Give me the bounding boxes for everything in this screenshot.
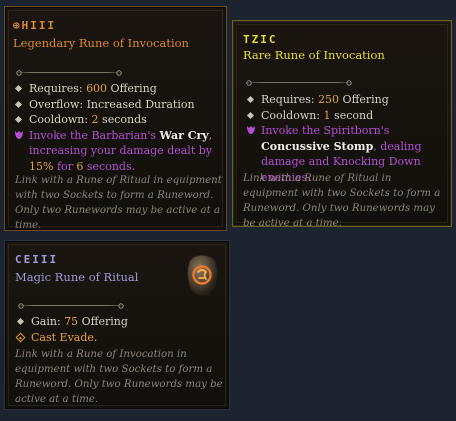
divider-ornament-icon: [118, 303, 124, 309]
divider: [245, 79, 353, 87]
ritual-diamond-icon: [15, 332, 26, 342]
stat-requires: Requires: 600 Offering: [14, 81, 220, 97]
stat-overflow: Overflow: Increased Duration: [14, 97, 220, 113]
stat-cooldown: Cooldown: 1 second: [246, 108, 447, 124]
rune-affix-icon: [247, 126, 255, 134]
tooltip-magic-rune: CEIII Magic Rune of Ritual Gain: 75 Offe…: [4, 240, 230, 410]
bullet-icon: [246, 111, 255, 119]
rune-subtitle: Magic Rune of Ritual: [15, 270, 139, 284]
stat-gain: Gain: 75 Offering: [16, 314, 217, 330]
tooltip-rare-rune: TZIC Rare Rune of Invocation Requires: 2…: [232, 20, 452, 229]
stats-list: Gain: 75 Offering Cast Evade.: [15, 314, 217, 346]
rune-name: ⊕HIII: [13, 19, 57, 32]
divider-ornament-icon: [18, 303, 24, 309]
divider-ornament-icon: [346, 80, 352, 86]
tooltip-legendary-rune: ⊕HIII Legendary Rune of Invocation Requi…: [4, 6, 227, 231]
divider: [17, 302, 125, 310]
rune-affix-icon: [15, 130, 23, 139]
ritual-effect: Cast Evade.: [15, 330, 217, 346]
rune-name: CEIII: [15, 253, 59, 266]
divider: [15, 69, 123, 77]
divider-ornament-icon: [116, 70, 122, 76]
rune-stone-icon: [187, 254, 218, 296]
flavor-text: Link with a Rune of Ritual in equipment …: [15, 175, 222, 231]
invoke-effect: Invoke the Barbarian's War Cry, increasi…: [15, 128, 220, 175]
stats-list: Requires: 600 Offering Overflow: Increas…: [14, 81, 220, 175]
divider-ornament-icon: [16, 70, 22, 76]
flavor-text: Link with a Rune of Ritual in equipment …: [243, 173, 441, 229]
bullet-icon: [246, 95, 255, 104]
bullet-icon: [14, 84, 23, 93]
bullet-icon: [16, 317, 25, 326]
rune-subtitle: Rare Rune of Invocation: [243, 48, 385, 62]
flavor-text: Link with a Rune of Invocation in equipm…: [15, 349, 223, 405]
rune-name: TZIC: [243, 33, 278, 46]
rune-subtitle: Legendary Rune of Invocation: [13, 36, 189, 50]
stat-cooldown: Cooldown: 2 seconds: [14, 112, 220, 128]
bullet-icon: [14, 100, 23, 108]
stat-requires: Requires: 250 Offering: [246, 92, 447, 108]
divider-ornament-icon: [246, 80, 252, 86]
bullet-icon: [14, 115, 23, 124]
